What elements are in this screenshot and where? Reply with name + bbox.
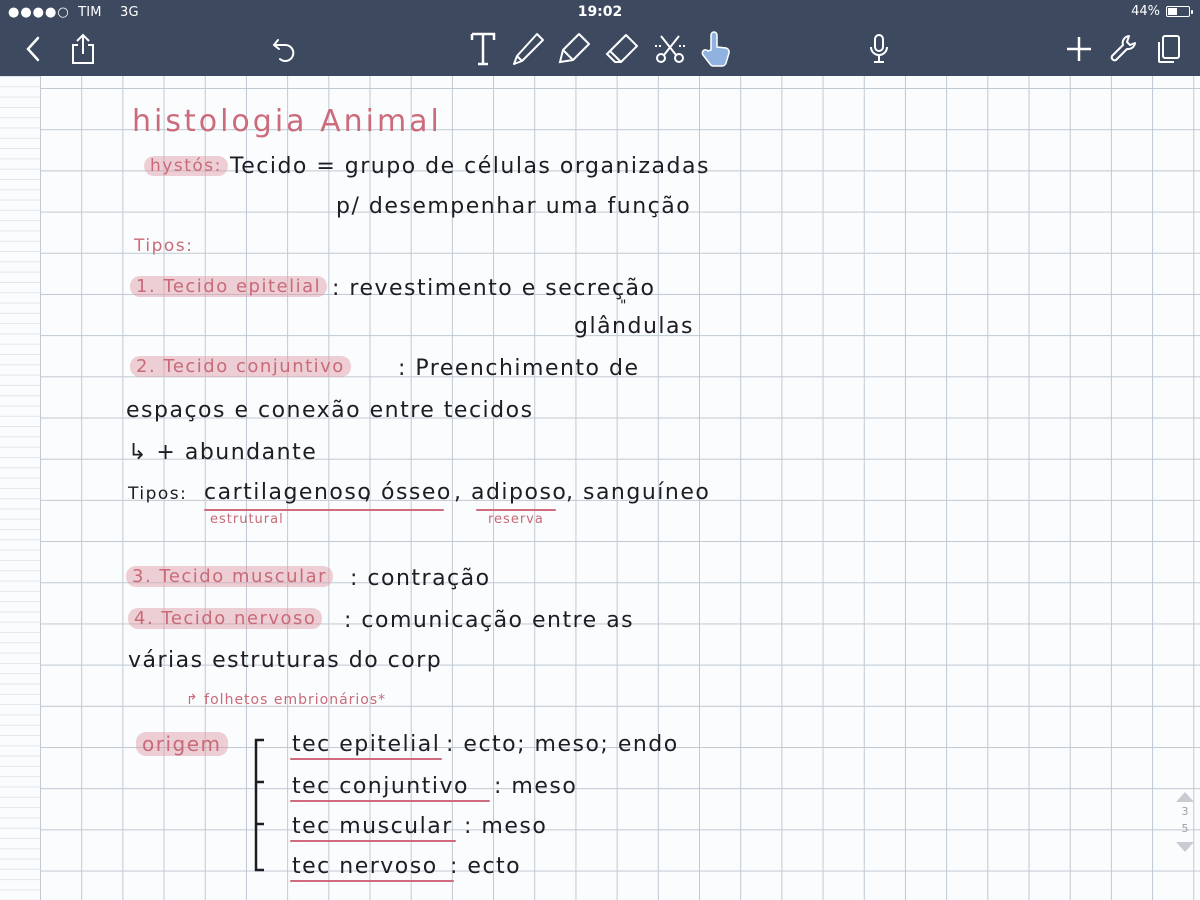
origem-value-nervoso: : ecto — [450, 854, 522, 879]
definition-line-1: Tecido = grupo de células organizadas — [230, 154, 710, 179]
folhetos-note: ↱ folhetos embrionários* — [186, 692, 387, 708]
underline-epitelial — [290, 758, 442, 760]
page-total: 5 — [1181, 822, 1189, 835]
hand-pointer-icon[interactable] — [696, 28, 736, 70]
label-reserva: reserva — [488, 512, 544, 527]
item4-text: : comunicação entre as — [344, 608, 635, 633]
eraser-icon[interactable] — [602, 28, 642, 70]
page-up-icon[interactable] — [1176, 792, 1194, 802]
item2-line2: espaços e conexão entre tecidos — [126, 398, 534, 423]
origem-value-muscular: : meso — [464, 814, 548, 839]
page-down-icon[interactable] — [1176, 842, 1194, 852]
item4-label: 4. Tecido nervoso — [128, 608, 323, 629]
page-margin — [0, 76, 40, 900]
tipo-adiposo: , adiposo — [454, 480, 568, 505]
item2-line3: ↳ + abundante — [128, 440, 318, 465]
undo-icon[interactable] — [268, 28, 300, 70]
origem-tec-conjuntivo: tec conjuntivo — [292, 774, 469, 799]
underline-adiposo — [476, 509, 556, 511]
origem-tec-muscular: tec muscular — [292, 814, 453, 839]
origem-label: origem — [136, 732, 228, 756]
page-current: 3 — [1181, 805, 1189, 818]
notebook-page[interactable]: histologia Animal hystós: Tecido = grupo… — [0, 76, 1200, 900]
highlighter-icon[interactable] — [554, 28, 594, 70]
definition-line-2: p/ desempenhar uma função — [336, 194, 692, 219]
origem-value-epitelial: : ecto; meso; endo — [446, 732, 679, 757]
label-estrutural: estrutural — [210, 512, 284, 527]
clock: 19:02 — [577, 4, 623, 20]
underline-cartilagem — [204, 509, 444, 511]
back-chevron-icon[interactable] — [18, 28, 48, 70]
item4-line2: várias estruturas do corp — [128, 648, 443, 673]
item1-sub-mark: " — [620, 298, 628, 314]
tipo-osseo: , ósseo — [364, 480, 452, 505]
tipo-cartilagenoso: cartilagenoso — [204, 480, 373, 505]
item1-text: : revestimento e secreção — [332, 276, 656, 301]
origem-value-conjuntivo: : meso — [494, 774, 578, 799]
underline-conjuntivo — [290, 800, 490, 802]
status-bar: ●●●●○ TIM 3G 19:02 44% — [0, 0, 1200, 26]
pen-icon[interactable] — [508, 28, 548, 70]
origem-bracket — [254, 738, 264, 872]
lasso-scissors-icon[interactable] — [650, 28, 690, 70]
tipos-line: Tipos: — [128, 484, 188, 504]
share-icon[interactable] — [66, 28, 100, 70]
item3-text: : contração — [350, 566, 491, 591]
wrench-icon[interactable] — [1106, 28, 1140, 70]
item3-label: 3. Tecido muscular — [126, 566, 334, 587]
note-title: histologia Animal — [132, 104, 442, 139]
battery-icon — [1166, 6, 1193, 17]
add-icon[interactable] — [1062, 28, 1096, 70]
battery-percent: 44% — [1131, 4, 1160, 19]
tipos-header: Tipos: — [134, 236, 194, 256]
hystos-label: hystós: — [144, 156, 228, 176]
underline-nervoso — [290, 880, 454, 882]
pages-icon[interactable] — [1152, 28, 1186, 70]
app-toolbar: ●●●●○ TIM 3G 19:02 44% — [0, 0, 1200, 76]
origem-tec-nervoso: tec nervoso — [292, 854, 438, 879]
underline-muscular — [290, 840, 456, 842]
page-scroller[interactable]: 3 5 — [1172, 792, 1198, 874]
item1-label: 1. Tecido epitelial — [130, 276, 328, 297]
origem-tec-epitelial: tec epitelial — [292, 732, 441, 757]
text-tool-icon[interactable] — [466, 28, 500, 70]
item2-label: 2. Tecido conjuntivo — [130, 356, 351, 377]
battery-indicator: 44% — [1131, 4, 1193, 19]
item1-sub: glândulas — [574, 314, 694, 339]
item2-text: : Preenchimento de — [398, 356, 640, 381]
tipo-sanguineo: , sanguíneo — [566, 480, 711, 505]
microphone-icon[interactable] — [864, 28, 894, 70]
